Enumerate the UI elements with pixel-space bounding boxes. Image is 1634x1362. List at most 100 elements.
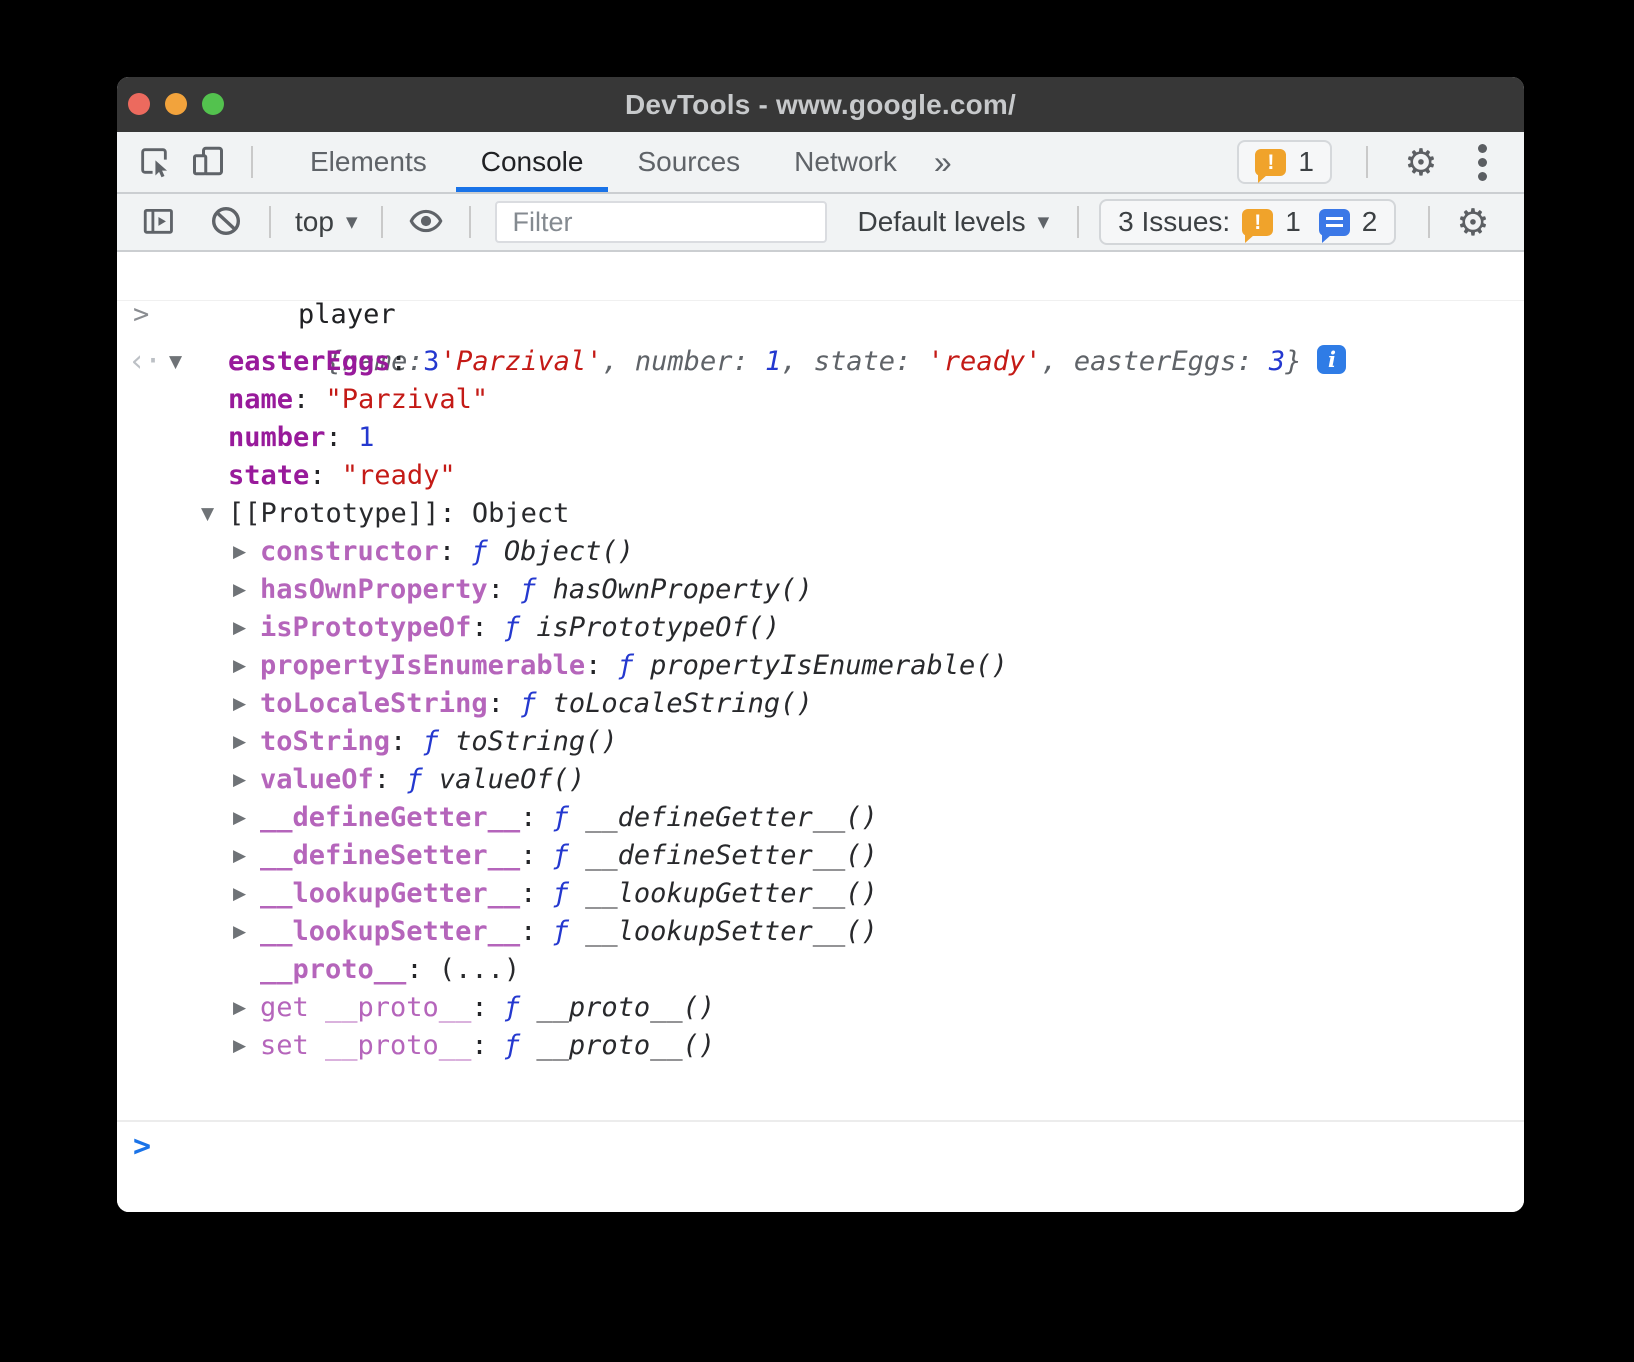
tree-row[interactable]: ▶valueOf: ƒ valueOf() — [117, 761, 1524, 799]
disclosure-right-icon[interactable]: ▶ — [233, 761, 246, 799]
console-messages: >player ‹·▼{name: 'Parzival', number: 1,… — [117, 252, 1524, 1120]
disclosure-right-icon[interactable]: ▶ — [233, 571, 246, 609]
token-s: "Parzival" — [326, 384, 489, 415]
disclosure-right-icon[interactable]: ▶ — [233, 1027, 246, 1065]
disclosure-right-icon[interactable]: ▶ — [233, 837, 246, 875]
token-f: ƒ — [504, 992, 537, 1023]
token-f: ƒ — [406, 764, 439, 795]
tab-console[interactable]: Console — [454, 132, 611, 192]
chevron-down-icon: ▼ — [1038, 213, 1050, 231]
token-f: ƒ — [553, 802, 586, 833]
disclosure-right-icon[interactable]: ▶ — [233, 647, 246, 685]
console-result-row[interactable]: ‹·▼{name: 'Parzival', number: 1, state: … — [117, 305, 1524, 343]
issues-counter-button[interactable]: ! 1 — [1237, 140, 1332, 184]
token-c: : — [520, 916, 553, 947]
device-toolbar-icon — [190, 143, 226, 182]
tab-list: ElementsConsoleSourcesNetwork — [283, 132, 924, 192]
clear-console-button[interactable] — [199, 196, 253, 248]
tab-sources[interactable]: Sources — [610, 132, 767, 192]
disclosure-right-icon[interactable]: ▶ — [233, 875, 246, 913]
tree-row[interactable]: ▶__lookupSetter__: ƒ __lookupSetter__() — [117, 913, 1524, 951]
tree-row[interactable]: ▶propertyIsEnumerable: ƒ propertyIsEnume… — [117, 647, 1524, 685]
token-f: ƒ — [553, 840, 586, 871]
minimize-window-button[interactable] — [165, 93, 187, 115]
console-settings-button[interactable]: ⚙ — [1446, 196, 1500, 248]
token-c: : — [374, 764, 407, 795]
token-fn: hasOwnProperty() — [553, 574, 813, 605]
token-p: (...) — [439, 954, 520, 985]
disclosure-right-icon[interactable]: ▶ — [233, 723, 246, 761]
disclosure-right-icon[interactable]: ▶ — [233, 609, 246, 647]
tree-row[interactable]: ▶__defineSetter__: ƒ __defineSetter__() — [117, 837, 1524, 875]
settings-gear-button[interactable]: ⚙ — [1394, 136, 1448, 188]
more-tabs-button[interactable]: » — [924, 144, 962, 181]
filter-input[interactable] — [495, 201, 827, 243]
disclosure-right-icon[interactable]: ▶ — [233, 533, 246, 571]
devtools-window: DevTools - www.google.com/ — [117, 77, 1524, 1212]
execution-context-selector[interactable]: top ▼ — [287, 206, 365, 238]
tree-row[interactable]: ▶toString: ƒ toString() — [117, 723, 1524, 761]
create-live-expression-button[interactable] — [399, 196, 453, 248]
token-c: : — [406, 954, 439, 985]
drawer-panel-icon — [140, 204, 176, 241]
inspect-element-button[interactable] — [127, 136, 181, 188]
tree-row[interactable]: ▶__defineGetter__: ƒ __defineGetter__() — [117, 799, 1524, 837]
close-window-button[interactable] — [128, 93, 150, 115]
tree-row[interactable]: ▼[[Prototype]]: Object — [117, 495, 1524, 533]
maximize-window-button[interactable] — [202, 93, 224, 115]
context-label: top — [295, 206, 334, 238]
token-ka: get __proto__ — [260, 992, 471, 1023]
message-count: 2 — [1362, 206, 1378, 238]
desktop-background: DevTools - www.google.com/ — [0, 0, 1634, 1362]
token-fn: __lookupSetter__() — [585, 916, 878, 947]
tab-network[interactable]: Network — [767, 132, 924, 192]
token-fn: valueOf() — [439, 764, 585, 795]
token-k: state — [228, 460, 309, 491]
console-sidebar-toggle-button[interactable] — [131, 196, 185, 248]
traffic-lights — [128, 93, 224, 115]
log-levels-selector[interactable]: Default levels ▼ — [849, 206, 1057, 238]
token-p: Object — [472, 498, 570, 529]
token-kd: __lookupSetter__ — [260, 916, 520, 947]
tree-row[interactable]: ▶constructor: ƒ Object() — [117, 533, 1524, 571]
tree-row[interactable]: ▶hasOwnProperty: ƒ hasOwnProperty() — [117, 571, 1524, 609]
disclosure-right-icon[interactable]: ▶ — [233, 685, 246, 723]
device-toolbar-button[interactable] — [181, 136, 235, 188]
token-kd: propertyIsEnumerable — [260, 650, 585, 681]
token-n: 1 — [358, 422, 374, 453]
tree-row[interactable]: ▶get __proto__: ƒ __proto__() — [117, 989, 1524, 1027]
token-c: : — [439, 536, 472, 567]
token-c: : — [520, 878, 553, 909]
kebab-menu-button[interactable] — [1464, 136, 1500, 188]
token-s: "ready" — [342, 460, 456, 491]
tab-elements[interactable]: Elements — [283, 132, 454, 192]
tree-row[interactable]: ▶isPrototypeOf: ƒ isPrototypeOf() — [117, 609, 1524, 647]
tree-row[interactable]: ▶__lookupGetter__: ƒ __lookupGetter__() — [117, 875, 1524, 913]
disclosure-down-icon[interactable]: ▼ — [201, 495, 214, 533]
window-title: DevTools - www.google.com/ — [625, 89, 1016, 121]
token-kd: constructor — [260, 536, 439, 567]
kebab-menu-icon — [1478, 144, 1487, 153]
divider — [381, 206, 383, 238]
disclosure-right-icon[interactable]: ▶ — [233, 913, 246, 951]
tree-row[interactable]: ▶toLocaleString: ƒ toLocaleString() — [117, 685, 1524, 723]
token-n: 3 — [423, 346, 439, 377]
issues-summary-button[interactable]: 3 Issues: ! 1 2 — [1099, 199, 1396, 245]
disclosure-right-icon[interactable]: ▶ — [233, 989, 246, 1027]
token-fn: __proto__() — [536, 1030, 715, 1061]
tree-row[interactable]: ▶set __proto__: ƒ __proto__() — [117, 1027, 1524, 1065]
token-fn: __defineGetter__() — [585, 802, 878, 833]
tab-bar-right-group: ! 1 ⚙ — [1237, 136, 1524, 188]
token-fn: isPrototypeOf() — [536, 612, 780, 643]
token-c: : — [488, 574, 521, 605]
token-c: : — [309, 460, 342, 491]
token-c: : — [471, 1030, 504, 1061]
token-kd: toString — [260, 726, 390, 757]
token-k: name — [228, 384, 293, 415]
console-prompt[interactable]: > — [117, 1120, 1524, 1212]
token-k: easterEggs — [228, 346, 391, 377]
token-f: ƒ — [504, 1030, 537, 1061]
disclosure-right-icon[interactable]: ▶ — [233, 799, 246, 837]
token-c: : — [390, 726, 423, 757]
token-fn: toString() — [455, 726, 618, 757]
